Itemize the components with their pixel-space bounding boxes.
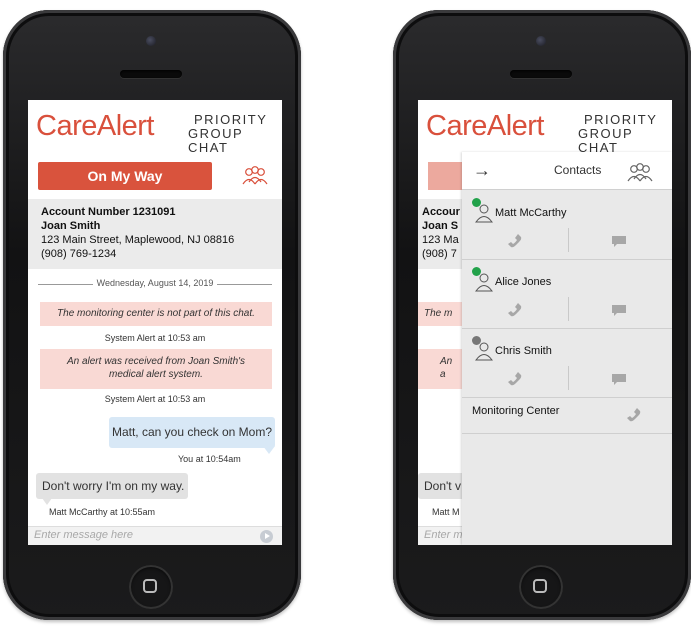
message-input[interactable]: Enter message here (34, 529, 133, 541)
monitoring-center-row[interactable]: Monitoring Center (462, 397, 672, 434)
system-timestamp: System Alert at 10:53 am (104, 394, 206, 404)
chat-icon[interactable] (612, 305, 626, 316)
incoming-message: Don't worry I'm on my way. (36, 473, 188, 499)
phone-icon[interactable] (507, 233, 523, 249)
account-phone: (908) 769-1234 (41, 248, 117, 260)
camera (536, 36, 546, 46)
status-dot (472, 198, 481, 207)
status-dot (472, 267, 481, 276)
brand-subtitle: PRIORITY GROUP CHAT (578, 112, 658, 155)
account-name: Joan Smith (41, 220, 101, 232)
contact-row[interactable]: Chris Smith (462, 328, 672, 398)
phone-left: CareAlert PRIORITY GROUP CHAT On My Way … (3, 10, 301, 620)
send-icon[interactable] (260, 530, 273, 543)
message-bar: Enter message here (28, 526, 282, 545)
outgoing-message: Matt, can you check on Mom? (109, 417, 275, 448)
date-divider: Wednesday, August 14, 2019 (38, 278, 272, 290)
home-square-icon (533, 579, 547, 593)
brand-logo: CareAlert (36, 110, 155, 142)
bubble-tail (42, 498, 52, 505)
contact-name: Matt McCarthy (495, 207, 567, 219)
chat-icon[interactable] (612, 374, 626, 385)
phone-icon[interactable] (507, 302, 523, 318)
home-button[interactable] (519, 565, 563, 609)
system-message: An alert was received from Joan Smith's … (40, 349, 272, 389)
contacts-screen: CareAlert PRIORITY GROUP CHAT Accour Joa… (418, 100, 672, 545)
brand-logo: CareAlert (426, 110, 545, 142)
arrow-right-icon[interactable]: → (473, 160, 491, 181)
camera (146, 36, 156, 46)
on-my-way-button[interactable]: On My Way (38, 162, 212, 190)
account-number: Account Number 1231091 (41, 206, 176, 218)
account-info: Account Number 1231091 Joan Smith 123 Ma… (28, 199, 282, 269)
group-people-icon[interactable] (626, 162, 654, 184)
outgoing-timestamp: You at 10:54am (178, 454, 241, 464)
chat-screen: CareAlert PRIORITY GROUP CHAT On My Way … (28, 100, 282, 545)
status-unavailable-icon (472, 336, 481, 345)
system-timestamp: System Alert at 10:53 am (104, 333, 206, 343)
speaker (120, 70, 182, 78)
chat-icon[interactable] (612, 236, 626, 247)
phone-right: CareAlert PRIORITY GROUP CHAT Accour Joa… (393, 10, 691, 620)
brand-subtitle: PRIORITY GROUP CHAT (188, 112, 268, 155)
speaker (510, 70, 572, 78)
contacts-panel: → Contacts Matt McCarthy Alice Jones Chr… (462, 152, 672, 545)
phone-icon[interactable] (626, 407, 642, 423)
system-message: The monitoring center is not part of thi… (40, 302, 272, 326)
home-square-icon (143, 579, 157, 593)
bubble-tail (263, 446, 275, 454)
account-address: 123 Main Street, Maplewood, NJ 08816 (41, 234, 235, 246)
contact-name: Chris Smith (495, 345, 552, 357)
contact-row[interactable]: Matt McCarthy (462, 190, 672, 260)
contacts-title: Contacts (554, 163, 602, 177)
phone-icon[interactable] (507, 371, 523, 387)
home-button[interactable] (129, 565, 173, 609)
contact-name: Alice Jones (495, 276, 552, 288)
incoming-timestamp: Matt McCarthy at 10:55am (49, 507, 156, 517)
monitoring-center-label: Monitoring Center (472, 405, 560, 417)
contact-row[interactable]: Alice Jones (462, 259, 672, 329)
group-people-icon[interactable] (241, 165, 269, 187)
